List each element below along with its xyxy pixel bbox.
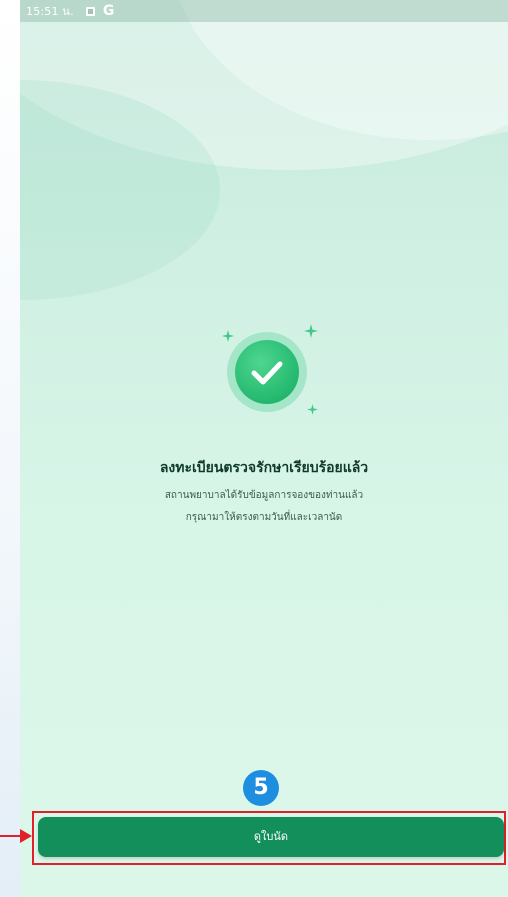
checkmark-icon [251, 361, 283, 385]
sparkle-icon [307, 404, 318, 415]
left-margin-background [0, 0, 20, 897]
pointer-arrow-line [0, 835, 20, 837]
success-illustration [216, 322, 326, 422]
success-subtitle-line2: กรุณามาให้ตรงตามวันที่และเวลานัด [185, 512, 343, 523]
notification-square-icon [85, 6, 95, 16]
view-appointment-button[interactable]: ดูใบนัด [38, 817, 504, 857]
pointer-arrow-icon [20, 829, 32, 843]
success-subtitle-line1: สถานพยาบาลได้รับข้อมูลการจองของท่านแล้ว [164, 490, 364, 501]
success-title: ลงทะเบียนตรวจรักษาเรียบร้อยแล้ว [159, 460, 369, 476]
google-g-icon: G [102, 3, 115, 19]
sparkle-icon [222, 330, 234, 342]
sparkle-icon [304, 324, 318, 338]
status-time: 15:51 น. [26, 5, 74, 18]
step-number-badge: 5 [243, 770, 279, 806]
status-bar: 15:51 น. G [20, 0, 508, 22]
phone-screen: 15:51 น. G ลงทะเบียนตรวจรักษาเรียบร้อยแล… [20, 0, 508, 897]
